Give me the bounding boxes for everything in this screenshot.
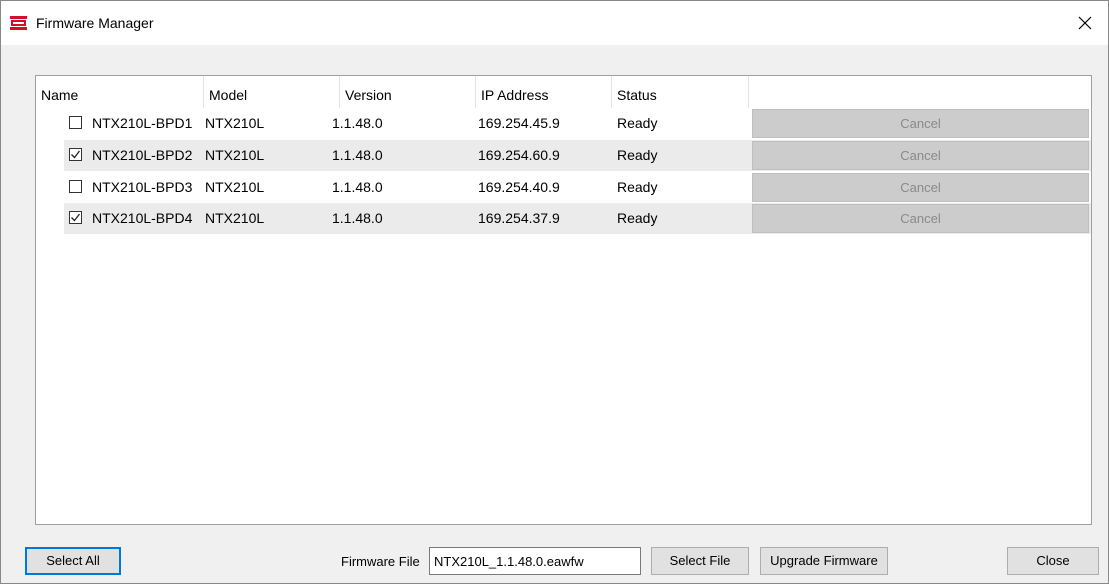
cell-model: NTX210L — [205, 115, 265, 131]
cell-ip: 169.254.60.9 — [478, 147, 560, 163]
row-checkbox[interactable] — [69, 211, 82, 224]
cell-name: NTX210L-BPD4 — [92, 210, 193, 226]
cell-status: Ready — [617, 210, 658, 226]
checkmark-icon — [71, 150, 81, 159]
cell-model: NTX210L — [205, 147, 265, 163]
row-checkbox[interactable] — [69, 148, 82, 161]
cancel-button[interactable]: Cancel — [752, 204, 1089, 233]
cell-status: Ready — [617, 115, 658, 131]
window-close-button[interactable] — [1062, 1, 1108, 45]
select-all-button[interactable]: Select All — [25, 547, 121, 575]
close-button[interactable]: Close — [1007, 547, 1099, 575]
cancel-button[interactable]: Cancel — [752, 109, 1089, 138]
cell-version: 1.1.48.0 — [332, 115, 383, 131]
header-version[interactable]: Version — [340, 76, 476, 108]
cell-version: 1.1.48.0 — [332, 147, 383, 163]
cell-version: 1.1.48.0 — [332, 210, 383, 226]
header-ip-address[interactable]: IP Address — [476, 76, 612, 108]
firmware-file-label: Firmware File — [341, 554, 420, 569]
cell-ip: 169.254.37.9 — [478, 210, 560, 226]
cell-name: NTX210L-BPD3 — [92, 179, 193, 195]
firmware-manager-window: Firmware Manager Name Model Version IP A… — [0, 0, 1109, 584]
list-header: Name Model Version IP Address Status — [36, 76, 1091, 108]
row-checkbox[interactable] — [69, 116, 82, 129]
table-row[interactable]: NTX210L-BPD1 NTX210L 1.1.48.0 169.254.45.9 R… — [64, 108, 1091, 139]
header-name[interactable]: Name — [36, 76, 204, 108]
header-status[interactable]: Status — [612, 76, 749, 108]
checkmark-icon — [71, 213, 81, 222]
app-logo-icon — [10, 16, 27, 30]
table-row[interactable]: NTX210L-BPD3 NTX210L 1.1.48.0 169.254.40.9 R… — [64, 172, 1091, 203]
table-row[interactable]: NTX210L-BPD2 NTX210L 1.1.48.0 169.254.60.9 R… — [64, 140, 1091, 171]
select-file-button[interactable]: Select File — [651, 547, 749, 575]
device-list: Name Model Version IP Address Status NTX… — [35, 75, 1092, 525]
upgrade-firmware-button[interactable]: Upgrade Firmware — [760, 547, 888, 575]
row-checkbox[interactable] — [69, 180, 82, 193]
cell-name: NTX210L-BPD1 — [92, 115, 193, 131]
header-model[interactable]: Model — [204, 76, 340, 108]
header-action — [749, 76, 1091, 108]
cell-ip: 169.254.45.9 — [478, 115, 560, 131]
cancel-button[interactable]: Cancel — [752, 173, 1089, 202]
cell-ip: 169.254.40.9 — [478, 179, 560, 195]
window-title: Firmware Manager — [36, 15, 154, 31]
title-bar: Firmware Manager — [1, 1, 1108, 45]
cell-status: Ready — [617, 179, 658, 195]
firmware-file-input[interactable] — [429, 547, 641, 575]
cell-status: Ready — [617, 147, 658, 163]
cell-model: NTX210L — [205, 179, 265, 195]
cancel-button[interactable]: Cancel — [752, 141, 1089, 170]
table-row[interactable]: NTX210L-BPD4 NTX210L 1.1.48.0 169.254.37.9 R… — [64, 203, 1091, 234]
cell-model: NTX210L — [205, 210, 265, 226]
cell-version: 1.1.48.0 — [332, 179, 383, 195]
cell-name: NTX210L-BPD2 — [92, 147, 193, 163]
close-icon — [1078, 16, 1092, 30]
